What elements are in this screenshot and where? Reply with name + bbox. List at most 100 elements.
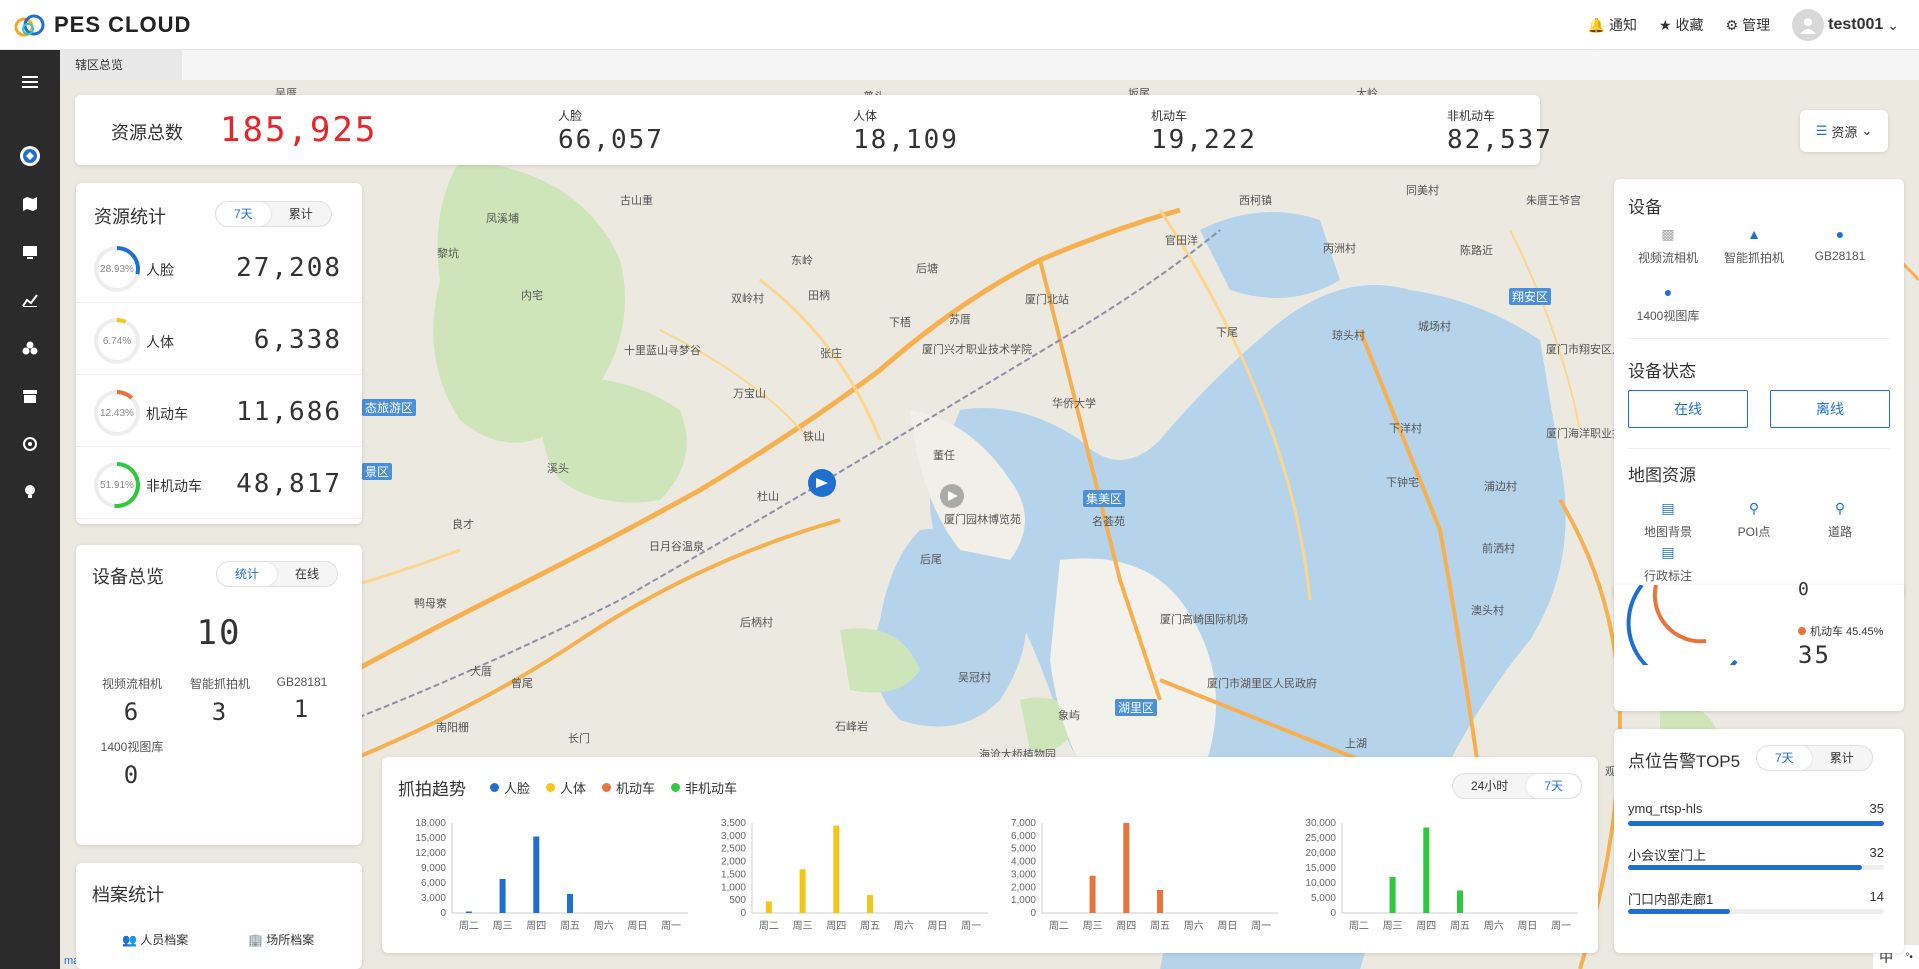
legend-item[interactable]: 非机动车 xyxy=(671,778,737,797)
legend-dot xyxy=(1798,627,1806,635)
x-tick-label: 周五 xyxy=(1450,920,1470,932)
progress-ring: 28.93% xyxy=(94,246,140,292)
devices-title: 设备 xyxy=(1628,198,1662,217)
map-place-label: 态旅游区 xyxy=(362,399,417,416)
app-logo[interactable]: PES CLOUD xyxy=(12,12,191,38)
cluster-nav-icon[interactable] xyxy=(18,336,42,360)
bar[interactable] xyxy=(1123,823,1130,913)
bar[interactable] xyxy=(1457,890,1463,914)
y-tick-label: 2,000 xyxy=(721,857,746,868)
map-place-label: 华侨大学 xyxy=(1052,398,1096,410)
resource-dropdown[interactable]: ☰ 资源 ⌄ xyxy=(1800,110,1888,152)
capture-trend-charts: 0 3,000 6,000 9,000 12,000 15,000 18,000 周二 周三 周四… xyxy=(415,818,1578,932)
legend-item[interactable]: 人脸 xyxy=(490,778,530,797)
alarm-item[interactable]: 门口内部走廊1 14 xyxy=(1628,889,1884,933)
alarm-item[interactable]: 小会议室门上 32 xyxy=(1628,845,1884,889)
map-resource-3[interactable]: ▤ 行政标注 xyxy=(1628,543,1708,584)
bar[interactable] xyxy=(799,869,806,913)
y-tick-label: 6,000 xyxy=(421,878,446,889)
poi-icon: ⚲ xyxy=(1748,499,1760,516)
map-resource-0[interactable]: ▤ 地图背景 xyxy=(1628,499,1708,540)
bulb-nav-icon[interactable] xyxy=(18,480,42,504)
bar[interactable] xyxy=(833,825,840,913)
map-place-label: 下梧 xyxy=(889,317,911,329)
notify-button[interactable]: 🔔 通知 xyxy=(1588,15,1637,35)
bar[interactable] xyxy=(1089,875,1096,913)
y-tick-label: 5,000 xyxy=(1311,893,1336,904)
x-tick-label: 周五 xyxy=(1150,920,1170,932)
device-type-3[interactable]: ● 1400视图库 xyxy=(1628,283,1708,324)
alarm-item[interactable]: ymq_rtsp-hls 35 xyxy=(1628,801,1884,845)
map-resource-2[interactable]: ⚲ 道路 xyxy=(1800,499,1880,540)
partial-value-top: 0 xyxy=(1798,579,1811,600)
toggle-24h[interactable]: 24小时 xyxy=(1453,774,1526,798)
bar[interactable] xyxy=(1389,877,1396,913)
overview-nav-icon[interactable] xyxy=(18,144,42,168)
map-place-label: 张庄 xyxy=(820,348,842,360)
person-archive-link[interactable]: 👥 人员档案 xyxy=(122,931,188,948)
offline-filter-button[interactable]: 离线 xyxy=(1770,390,1890,428)
bar[interactable] xyxy=(1157,889,1163,913)
archive-nav-icon[interactable] xyxy=(18,384,42,408)
map-place-label: 前洒村 xyxy=(1482,543,1515,555)
device-type-2[interactable]: ● GB28181 xyxy=(1800,225,1880,263)
body-value: 18,109 xyxy=(853,125,959,155)
x-tick-label: 周五 xyxy=(860,920,880,932)
map-place-label: 杜山 xyxy=(757,491,779,503)
legend-dot xyxy=(546,783,556,792)
statistics-nav-icon[interactable] xyxy=(18,288,42,312)
star-icon: ★ xyxy=(1658,16,1672,33)
bar[interactable] xyxy=(765,901,772,913)
resource-row: 12.43% 机动车 11,686 xyxy=(76,377,362,447)
x-tick-label: 周日 xyxy=(627,920,647,932)
manage-button[interactable]: ⚙ 管理 xyxy=(1726,15,1771,35)
bar[interactable] xyxy=(867,895,873,913)
y-tick-label: 12,000 xyxy=(415,848,446,859)
device-count-snapshot: 智能抓拍机 3 xyxy=(180,675,260,726)
y-tick-label: 0 xyxy=(740,908,746,919)
tab-overview[interactable]: 辖区总览 xyxy=(60,50,182,80)
x-tick-label: 周二 xyxy=(459,920,479,932)
map-resource-1[interactable]: ⚲ POI点 xyxy=(1714,499,1794,540)
online-filter-button[interactable]: 在线 xyxy=(1628,390,1748,428)
legend-item[interactable]: 人体 xyxy=(546,778,586,797)
toggle-7days[interactable]: 7天 xyxy=(1526,774,1581,798)
nonvehicle-label: 非机动车 xyxy=(1447,109,1496,123)
vehicle-value: 19,222 xyxy=(1151,125,1257,155)
toggle-online[interactable]: 在线 xyxy=(277,562,337,586)
user-icon xyxy=(1800,18,1817,34)
user-menu[interactable]: test001 ⌄ xyxy=(1792,9,1899,41)
gear-icon: ⚙ xyxy=(1725,16,1739,33)
favorite-button[interactable]: ★ 收藏 xyxy=(1659,15,1704,35)
toggle-7days[interactable]: 7天 xyxy=(1757,746,1812,770)
bar[interactable] xyxy=(567,894,573,913)
bar[interactable] xyxy=(1423,827,1430,914)
bar[interactable] xyxy=(465,911,472,914)
toggle-cumulative[interactable]: 累计 xyxy=(271,202,331,226)
resource-value: 27,208 xyxy=(236,253,342,283)
ring-percent: 6.74% xyxy=(98,322,136,360)
y-tick-label: 6,000 xyxy=(1011,831,1036,842)
map-nav-icon[interactable] xyxy=(18,192,42,216)
target-nav-icon[interactable] xyxy=(18,432,42,456)
monitor-nav-icon[interactable] xyxy=(18,240,42,264)
map-place-label: 浦边村 xyxy=(1484,481,1517,493)
y-tick-label: 10,000 xyxy=(1305,878,1336,889)
toggle-cumulative[interactable]: 累计 xyxy=(1812,746,1872,770)
bar[interactable] xyxy=(499,879,506,913)
menu-toggle-icon[interactable] xyxy=(18,70,42,94)
toggle-7days[interactable]: 7天 xyxy=(216,202,271,226)
map-place-label: 官田洋 xyxy=(1165,235,1198,247)
map-place-label: 后尾 xyxy=(920,554,942,566)
device-count-gb28181: GB28181 1 xyxy=(262,675,342,723)
map-place-label: 后塘 xyxy=(916,263,938,275)
toggle-statistics[interactable]: 统计 xyxy=(217,562,278,586)
place-archive-link[interactable]: 🏢 场所档案 xyxy=(248,931,314,948)
device-type-1[interactable]: ▲ 智能抓拍机 xyxy=(1714,225,1794,266)
device-type-0[interactable]: ▩ 视频流相机 xyxy=(1628,225,1708,266)
bar[interactable] xyxy=(533,836,540,914)
person-archive-label: 人员档案 xyxy=(140,933,189,947)
x-tick-label: 周四 xyxy=(526,920,546,932)
legend-item[interactable]: 机动车 xyxy=(602,778,655,797)
progress-ring: 12.43% xyxy=(94,390,140,436)
